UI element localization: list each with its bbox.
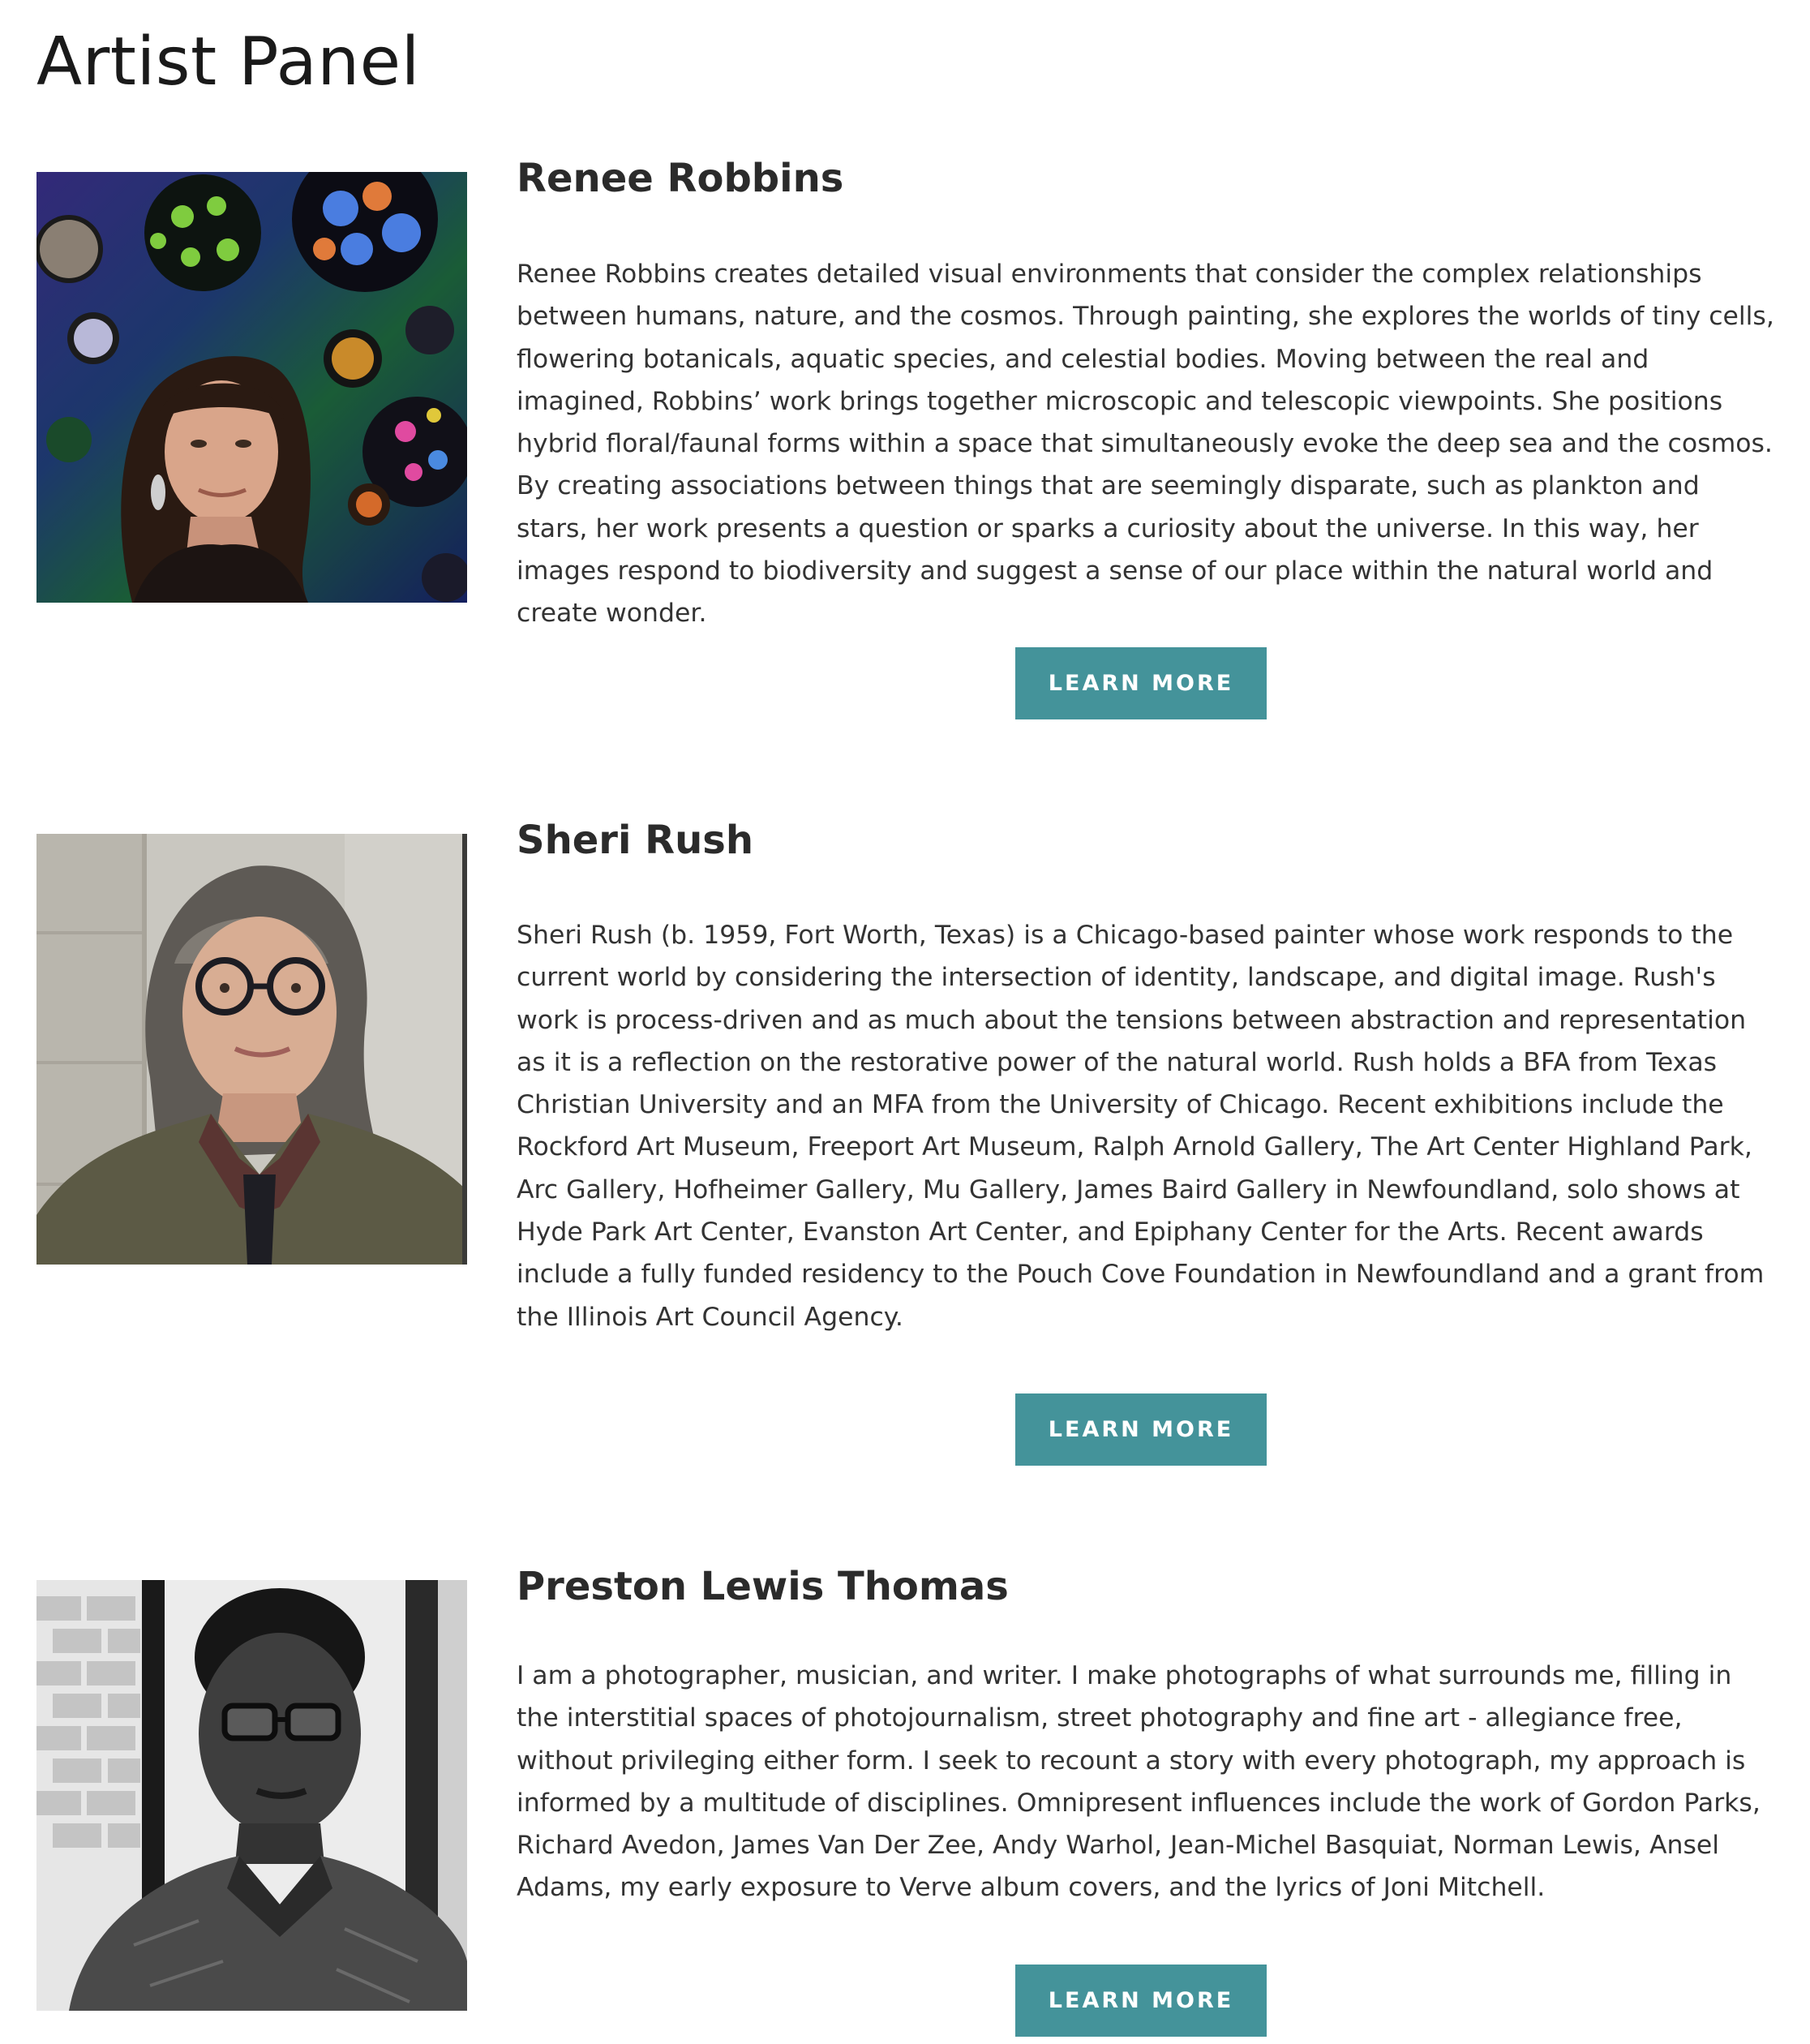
artist-bio: I am a photographer, musician, and write… bbox=[517, 1661, 1761, 1903]
learn-more-button-sheri-rush[interactable]: LEARN MORE bbox=[1015, 1393, 1267, 1466]
artist-portrait-sheri-rush bbox=[36, 834, 467, 1265]
artist-name: Renee Robbins bbox=[517, 156, 844, 201]
artist-bio: Sheri Rush (b. 1959, Fort Worth, Texas) … bbox=[517, 921, 1765, 1332]
learn-more-button-preston-lewis-thomas[interactable]: LEARN MORE bbox=[1015, 1965, 1267, 2037]
artist-name: Sheri Rush bbox=[517, 818, 754, 863]
artist-portrait-renee-robbins bbox=[36, 172, 467, 603]
learn-more-button-renee-robbins[interactable]: LEARN MORE bbox=[1015, 647, 1267, 719]
artist-bio: Renee Robbins creates detailed visual en… bbox=[517, 260, 1774, 629]
artist-portrait-preston-lewis-thomas bbox=[36, 1580, 467, 2011]
page-title: Artist Panel bbox=[36, 24, 420, 101]
artist-name: Preston Lewis Thomas bbox=[517, 1564, 1009, 1609]
